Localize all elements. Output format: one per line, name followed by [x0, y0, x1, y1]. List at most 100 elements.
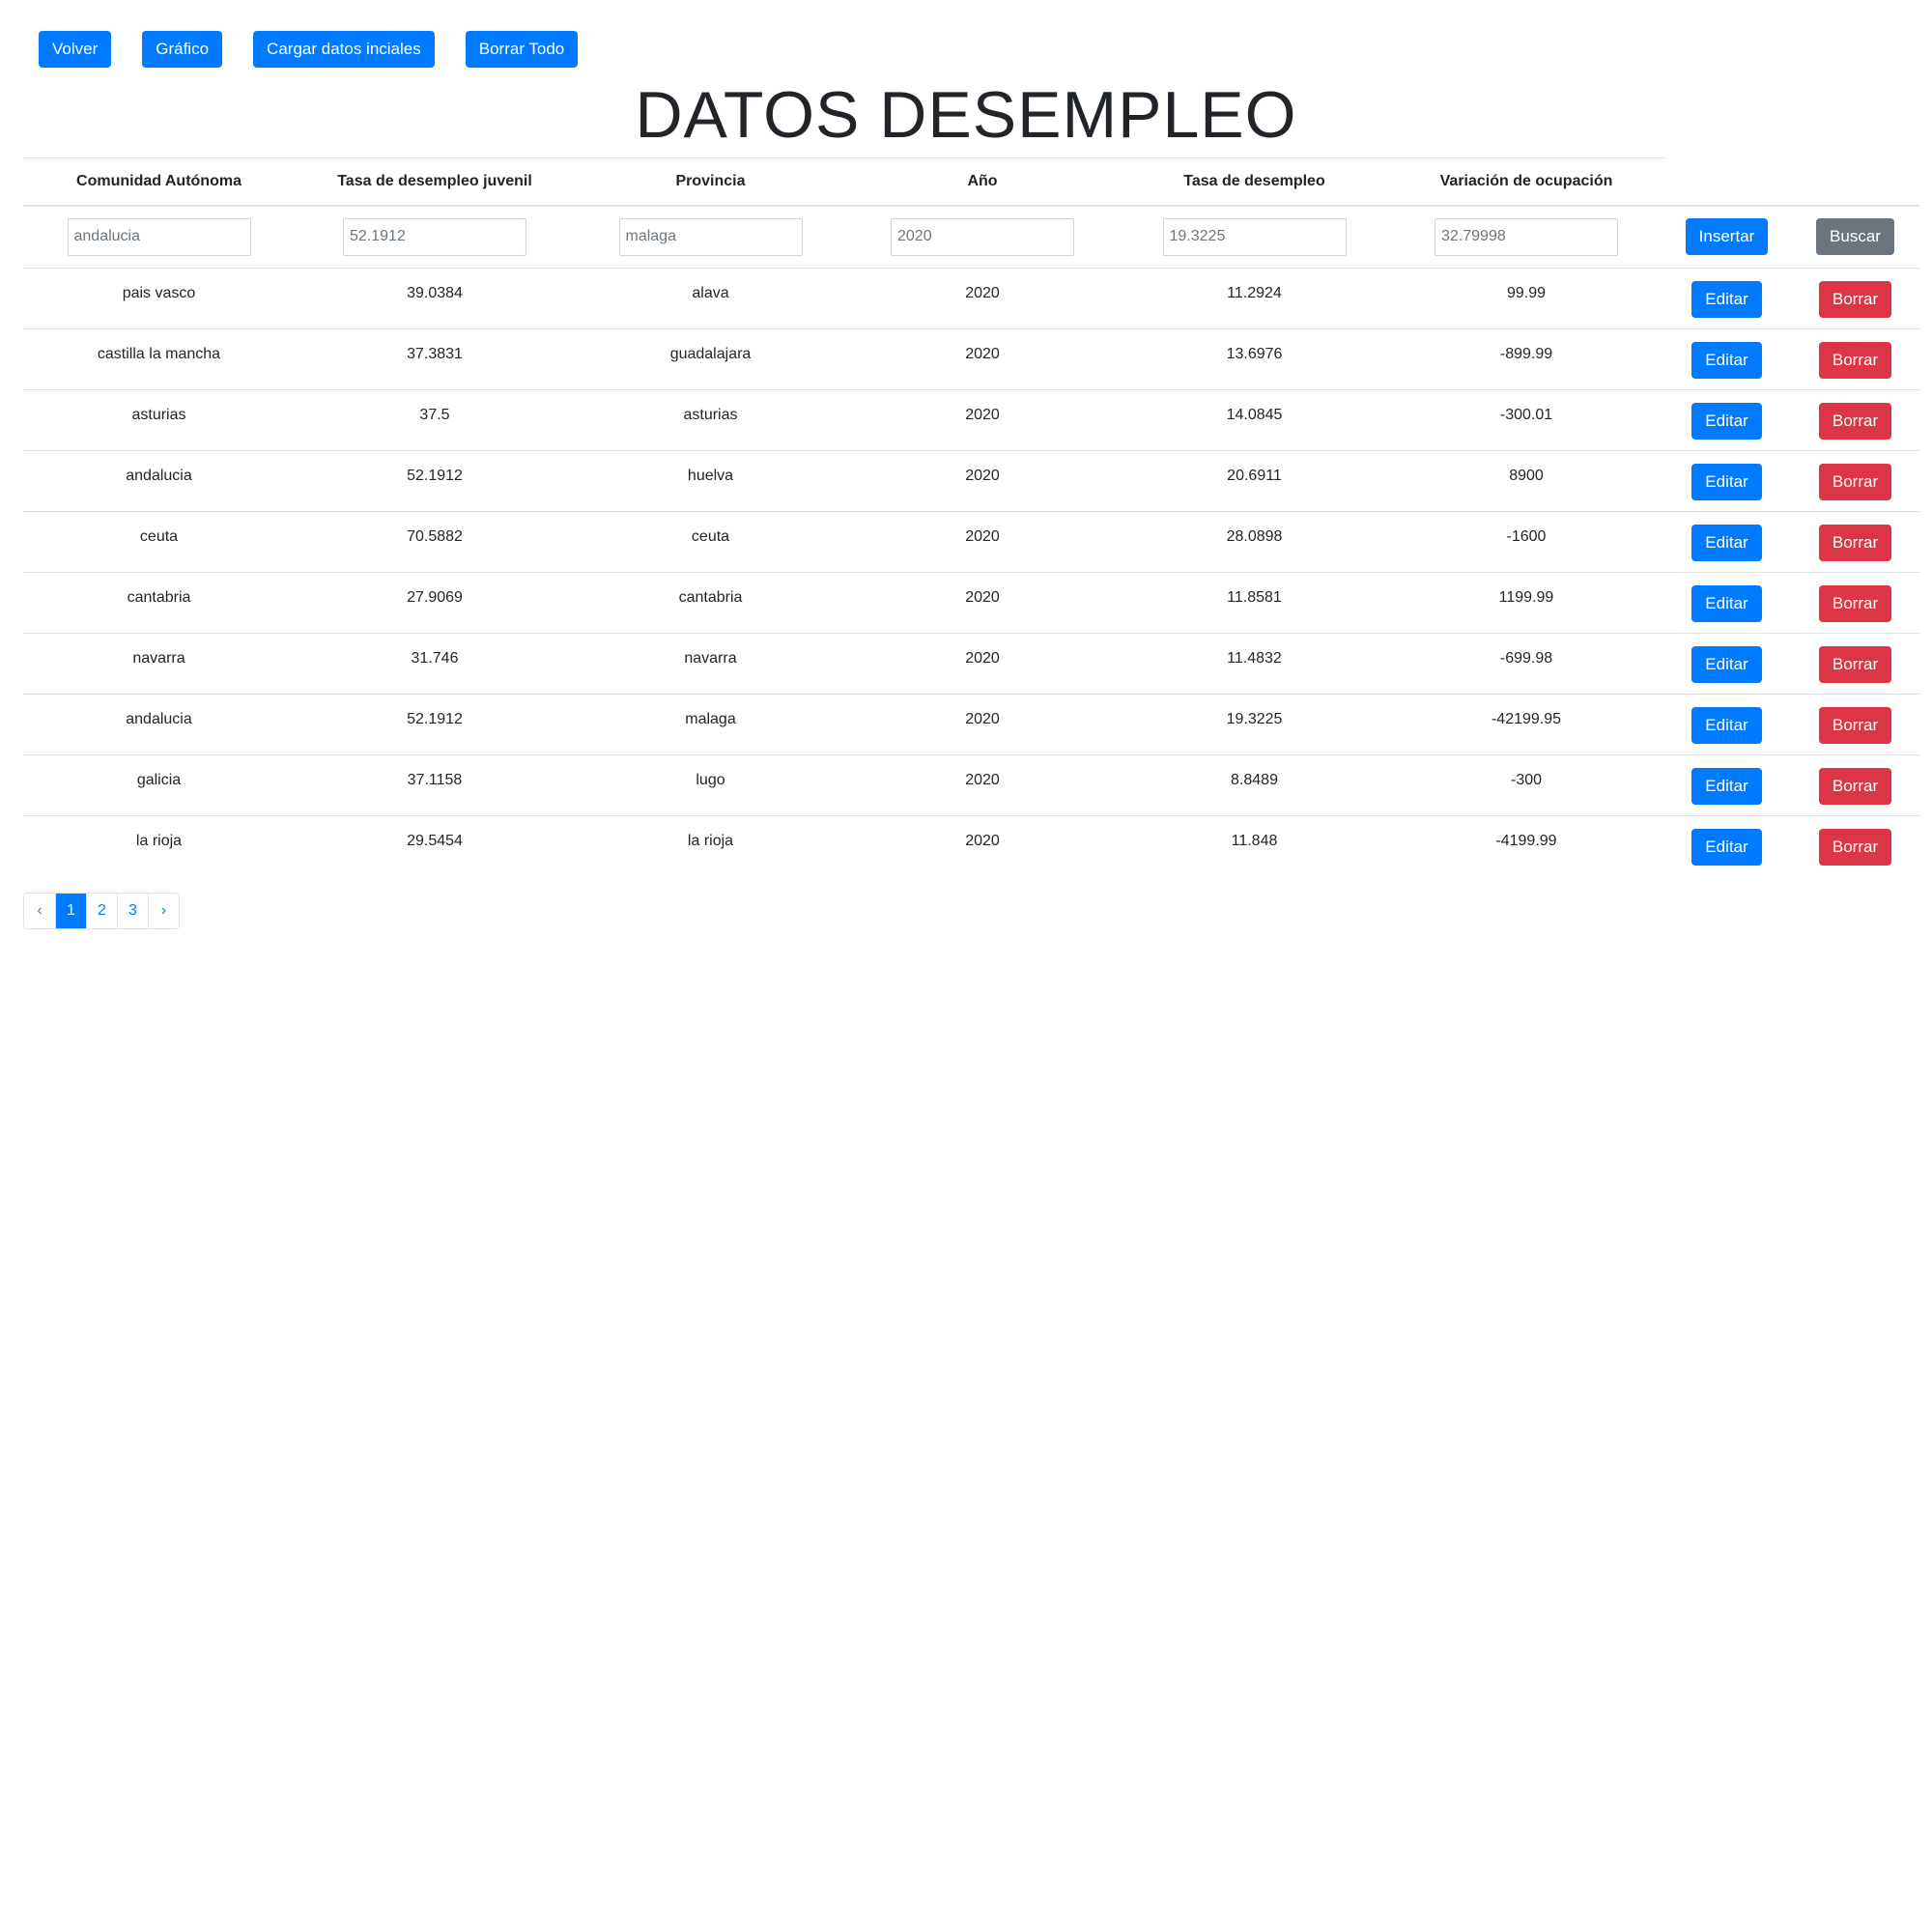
cell-provincia: la rioja: [575, 814, 846, 876]
cell-anio: 2020: [846, 267, 1119, 328]
borrar-button[interactable]: Borrar: [1818, 524, 1892, 561]
cell-tasa: 14.0845: [1119, 388, 1390, 450]
pagination-next[interactable]: ›: [148, 894, 179, 928]
cell-variacion: 99.99: [1390, 267, 1662, 328]
header-row: Comunidad Autónoma Tasa de desempleo juv…: [23, 158, 1919, 207]
cell-anio: 2020: [846, 693, 1119, 754]
pagination-page-1[interactable]: 1: [55, 894, 86, 928]
anio-input[interactable]: [891, 217, 1074, 256]
table-row: ceuta 70.5882 ceuta 2020 28.0898 -1600 Editar B…: [23, 510, 1919, 572]
table-row: cantabria 27.9069 cantabria 2020 11.8581 1199…: [23, 571, 1919, 633]
cell-provincia: asturias: [575, 388, 846, 450]
cell-variacion: 8900: [1390, 449, 1662, 511]
editar-button[interactable]: Editar: [1691, 828, 1762, 866]
borrar-button[interactable]: Borrar: [1818, 645, 1892, 683]
table-row: castilla la mancha 37.3831 guadalajara 2020…: [23, 327, 1919, 389]
cell-comunidad: andalucia: [23, 693, 295, 754]
borrar-button[interactable]: Borrar: [1818, 341, 1892, 379]
cell-anio: 2020: [846, 449, 1119, 511]
cell-tasa-juvenil: 37.5: [295, 388, 575, 450]
cell-anio: 2020: [846, 327, 1119, 389]
cell-provincia: navarra: [575, 632, 846, 694]
variacion-input[interactable]: [1435, 217, 1618, 256]
editar-button[interactable]: Editar: [1691, 280, 1762, 318]
cell-tasa: 8.8489: [1119, 753, 1390, 815]
tasa-juvenil-input[interactable]: [343, 217, 526, 256]
header-action-2: [1791, 158, 1919, 207]
borrar-button[interactable]: Borrar: [1818, 584, 1892, 622]
table-row: pais vasco 39.0384 alava 2020 11.2924 99.99 Ed…: [23, 267, 1919, 328]
comunidad-input[interactable]: [67, 217, 251, 256]
borrar-todo-button[interactable]: Borrar Todo: [465, 31, 579, 68]
cell-tasa: 20.6911: [1119, 449, 1390, 511]
cell-tasa: 11.2924: [1119, 267, 1390, 328]
cell-tasa: 11.4832: [1119, 632, 1390, 694]
cell-anio: 2020: [846, 388, 1119, 450]
pagination: ‹ 1 2 3 ›: [23, 893, 180, 929]
pagination-page-3[interactable]: 3: [117, 894, 148, 928]
borrar-button[interactable]: Borrar: [1818, 706, 1892, 744]
cell-anio: 2020: [846, 571, 1119, 633]
table-row: navarra 31.746 navarra 2020 11.4832 -699.98 Ed…: [23, 632, 1919, 694]
toolbar: Volver Gráfico Cargar datos inciales Bor…: [39, 31, 579, 68]
cell-comunidad: galicia: [23, 753, 295, 815]
cell-variacion: -1600: [1390, 510, 1662, 572]
table-row: andalucia 52.1912 huelva 2020 20.6911 8900 Edi…: [23, 449, 1919, 511]
cell-provincia: malaga: [575, 693, 846, 754]
editar-button[interactable]: Editar: [1691, 341, 1762, 379]
cargar-datos-button[interactable]: Cargar datos inciales: [253, 31, 435, 68]
borrar-button[interactable]: Borrar: [1818, 828, 1892, 866]
header-tasa-juvenil: Tasa de desempleo juvenil: [295, 158, 575, 207]
editar-button[interactable]: Editar: [1691, 524, 1762, 561]
cell-tasa-juvenil: 31.746: [295, 632, 575, 694]
cell-tasa-juvenil: 37.1158: [295, 753, 575, 815]
cell-comunidad: navarra: [23, 632, 295, 694]
insertar-button[interactable]: Insertar: [1685, 218, 1769, 256]
borrar-button[interactable]: Borrar: [1818, 463, 1892, 500]
editar-button[interactable]: Editar: [1691, 767, 1762, 805]
table-row: asturias 37.5 asturias 2020 14.0845 -300.01 Ed…: [23, 388, 1919, 450]
cell-comunidad: andalucia: [23, 449, 295, 511]
cell-comunidad: la rioja: [23, 814, 295, 876]
header-comunidad: Comunidad Autónoma: [23, 158, 295, 207]
borrar-button[interactable]: Borrar: [1818, 767, 1892, 805]
cell-anio: 2020: [846, 632, 1119, 694]
volver-button[interactable]: Volver: [39, 31, 112, 68]
data-table: Comunidad Autónoma Tasa de desempleo juv…: [23, 158, 1919, 876]
cell-provincia: huelva: [575, 449, 846, 511]
header-tasa: Tasa de desempleo: [1119, 158, 1390, 207]
cell-comunidad: asturias: [23, 388, 295, 450]
cell-provincia: ceuta: [575, 510, 846, 572]
borrar-button[interactable]: Borrar: [1818, 402, 1892, 440]
cell-tasa-juvenil: 37.3831: [295, 327, 575, 389]
editar-button[interactable]: Editar: [1691, 584, 1762, 622]
cell-comunidad: cantabria: [23, 571, 295, 633]
page-title: DATOS DESEMPLEO: [635, 78, 1297, 152]
editar-button[interactable]: Editar: [1691, 402, 1762, 440]
table-row: galicia 37.1158 lugo 2020 8.8489 -300 Editar Bo…: [23, 753, 1919, 815]
borrar-button[interactable]: Borrar: [1818, 280, 1892, 318]
editar-button[interactable]: Editar: [1691, 463, 1762, 500]
pagination-prev[interactable]: ‹: [24, 894, 55, 928]
pagination-page-2[interactable]: 2: [86, 894, 117, 928]
editar-button[interactable]: Editar: [1691, 706, 1762, 744]
cell-tasa: 28.0898: [1119, 510, 1390, 572]
cell-variacion: -300.01: [1390, 388, 1662, 450]
header-anio: Año: [846, 158, 1119, 207]
table-row: andalucia 52.1912 malaga 2020 19.3225 -42199.…: [23, 693, 1919, 754]
cell-tasa: 19.3225: [1119, 693, 1390, 754]
cell-tasa: 11.8581: [1119, 571, 1390, 633]
cell-tasa-juvenil: 52.1912: [295, 449, 575, 511]
cell-provincia: cantabria: [575, 571, 846, 633]
cell-comunidad: ceuta: [23, 510, 295, 572]
cell-comunidad: pais vasco: [23, 267, 295, 328]
grafico-button[interactable]: Gráfico: [142, 31, 223, 68]
header-provincia: Provincia: [575, 158, 846, 207]
editar-button[interactable]: Editar: [1691, 645, 1762, 683]
buscar-button[interactable]: Buscar: [1816, 218, 1894, 256]
tasa-input[interactable]: [1162, 217, 1347, 256]
cell-variacion: -699.98: [1390, 632, 1662, 694]
input-row: Insertar Buscar: [23, 206, 1919, 268]
provincia-input[interactable]: [618, 217, 803, 256]
cell-variacion: -42199.95: [1390, 693, 1662, 754]
